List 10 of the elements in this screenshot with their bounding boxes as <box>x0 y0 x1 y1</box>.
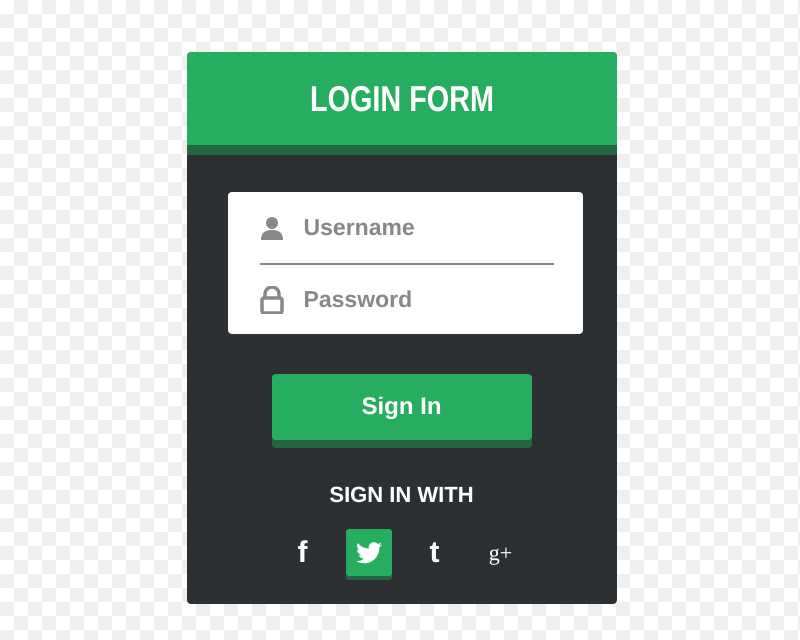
social-link[interactable]: f <box>280 529 326 576</box>
user-icon <box>260 216 284 240</box>
lock-icon <box>260 286 284 314</box>
username-field[interactable]: Username <box>304 210 534 245</box>
social-heading: SIGN IN WITH <box>328 481 475 509</box>
form-title: LOGIN FORM <box>310 76 494 120</box>
social-link[interactable]: g+ <box>478 529 524 576</box>
bird-icon[interactable] <box>346 529 392 576</box>
social-link[interactable]: t <box>412 529 458 576</box>
password-field[interactable]: Password <box>304 282 534 317</box>
